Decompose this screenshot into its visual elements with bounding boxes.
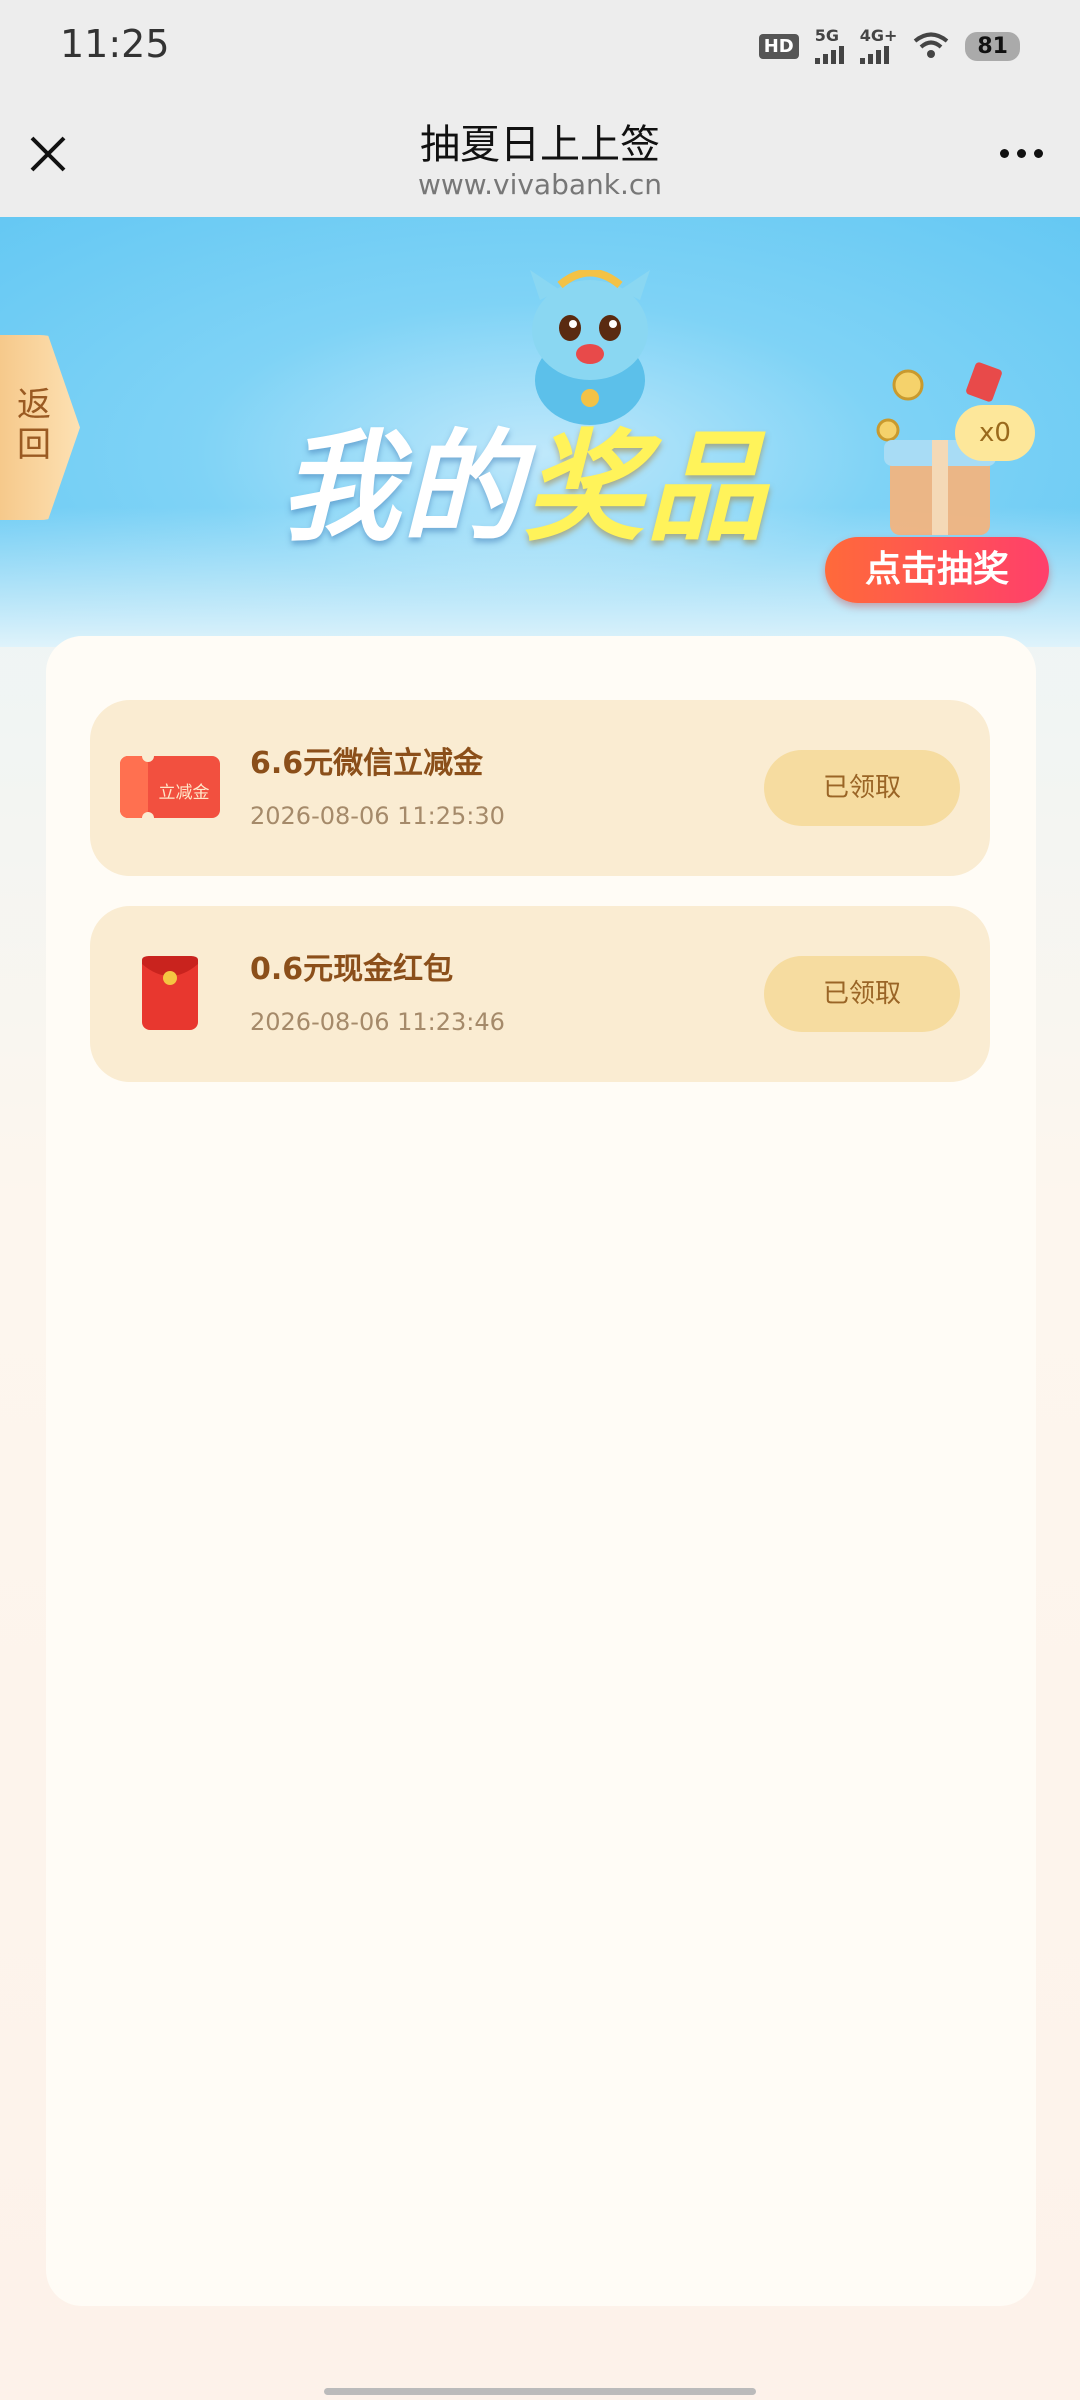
wifi-icon [914,32,949,58]
claimed-button[interactable]: 已领取 [764,956,960,1032]
page-title: 抽夏日上上签 [420,122,660,168]
hd-icon: HD [758,33,799,59]
banner-title-part1: 我的 [280,419,524,558]
back-button-label: 返回 [17,385,51,465]
coupon-icon-label: 立减金 [159,783,210,803]
banner-title-part2: 奖品 [524,419,768,558]
prize-item-coupon: 立减金 6.6元微信立减金 2026-08-06 11:25:30 已领取 [90,700,990,876]
coupon-icon: 立减金 [120,750,220,824]
prize-list-card: 立减金 6.6元微信立减金 2026-08-06 11:25:30 已领取 0.… [46,636,1036,2306]
prize-name: 0.6元现金红包 [250,952,454,987]
signal-5g-icon: 5G [814,26,844,64]
draw-lottery-button[interactable]: 点击抽奖 [825,537,1049,603]
more-options-icon[interactable] [1000,138,1050,168]
battery-indicator: 81 [965,31,1020,61]
webview-header: 抽夏日上上签 www.vivabank.cn [0,100,1080,217]
page-url: www.vivabank.cn [417,168,663,201]
prize-item-red-envelope: 0.6元现金红包 2026-08-06 11:23:46 已领取 [90,906,990,1082]
claimed-button[interactable]: 已领取 [764,750,960,826]
network-label-4g: 4G+ [859,26,898,45]
network-label-5g: 5G [814,26,839,45]
signal-4g-icon: 4G+ [859,26,898,64]
draw-count-badge: x0 [955,405,1035,461]
prize-time: 2026-08-06 11:25:30 [250,802,505,830]
banner-title: 我的奖品 [280,390,768,564]
red-envelope-icon [142,956,198,1030]
status-time: 11:25 [60,22,170,66]
status-icons: HD 5G 4G+ 81 [758,26,1020,64]
status-bar: 11:25 HD 5G 4G+ 81 [0,0,1080,100]
prize-name: 6.6元微信立减金 [250,746,484,781]
prize-time: 2026-08-06 11:23:46 [250,1008,505,1036]
home-indicator[interactable] [324,2388,756,2395]
